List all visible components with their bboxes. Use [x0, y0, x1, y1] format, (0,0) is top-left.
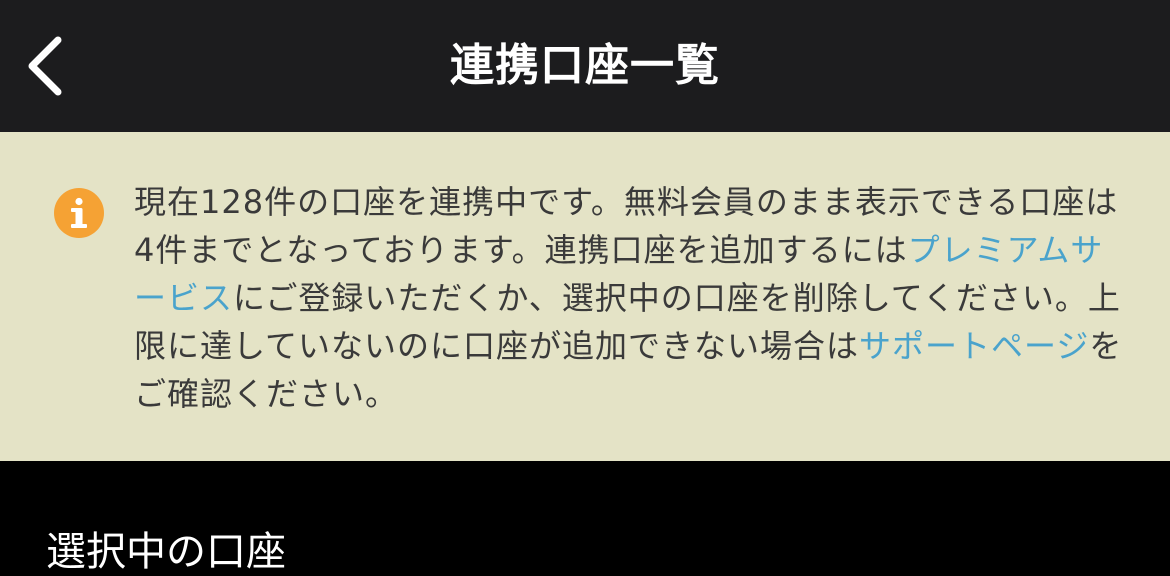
page-title: 連携口座一覧: [450, 40, 720, 91]
info-icon: [54, 188, 104, 238]
support-page-link[interactable]: サポートページ: [859, 327, 1089, 365]
notice-banner: 現在128件の口座を連携中です。無料会員のまま表示できる口座は4件までとなってお…: [0, 132, 1170, 461]
selected-accounts-section-label: 選択中の口座: [46, 529, 286, 575]
notice-message: 現在128件の口座を連携中です。無料会員のまま表示できる口座は4件までとなってお…: [134, 178, 1134, 418]
navigation-bar: 連携口座一覧: [0, 0, 1170, 132]
